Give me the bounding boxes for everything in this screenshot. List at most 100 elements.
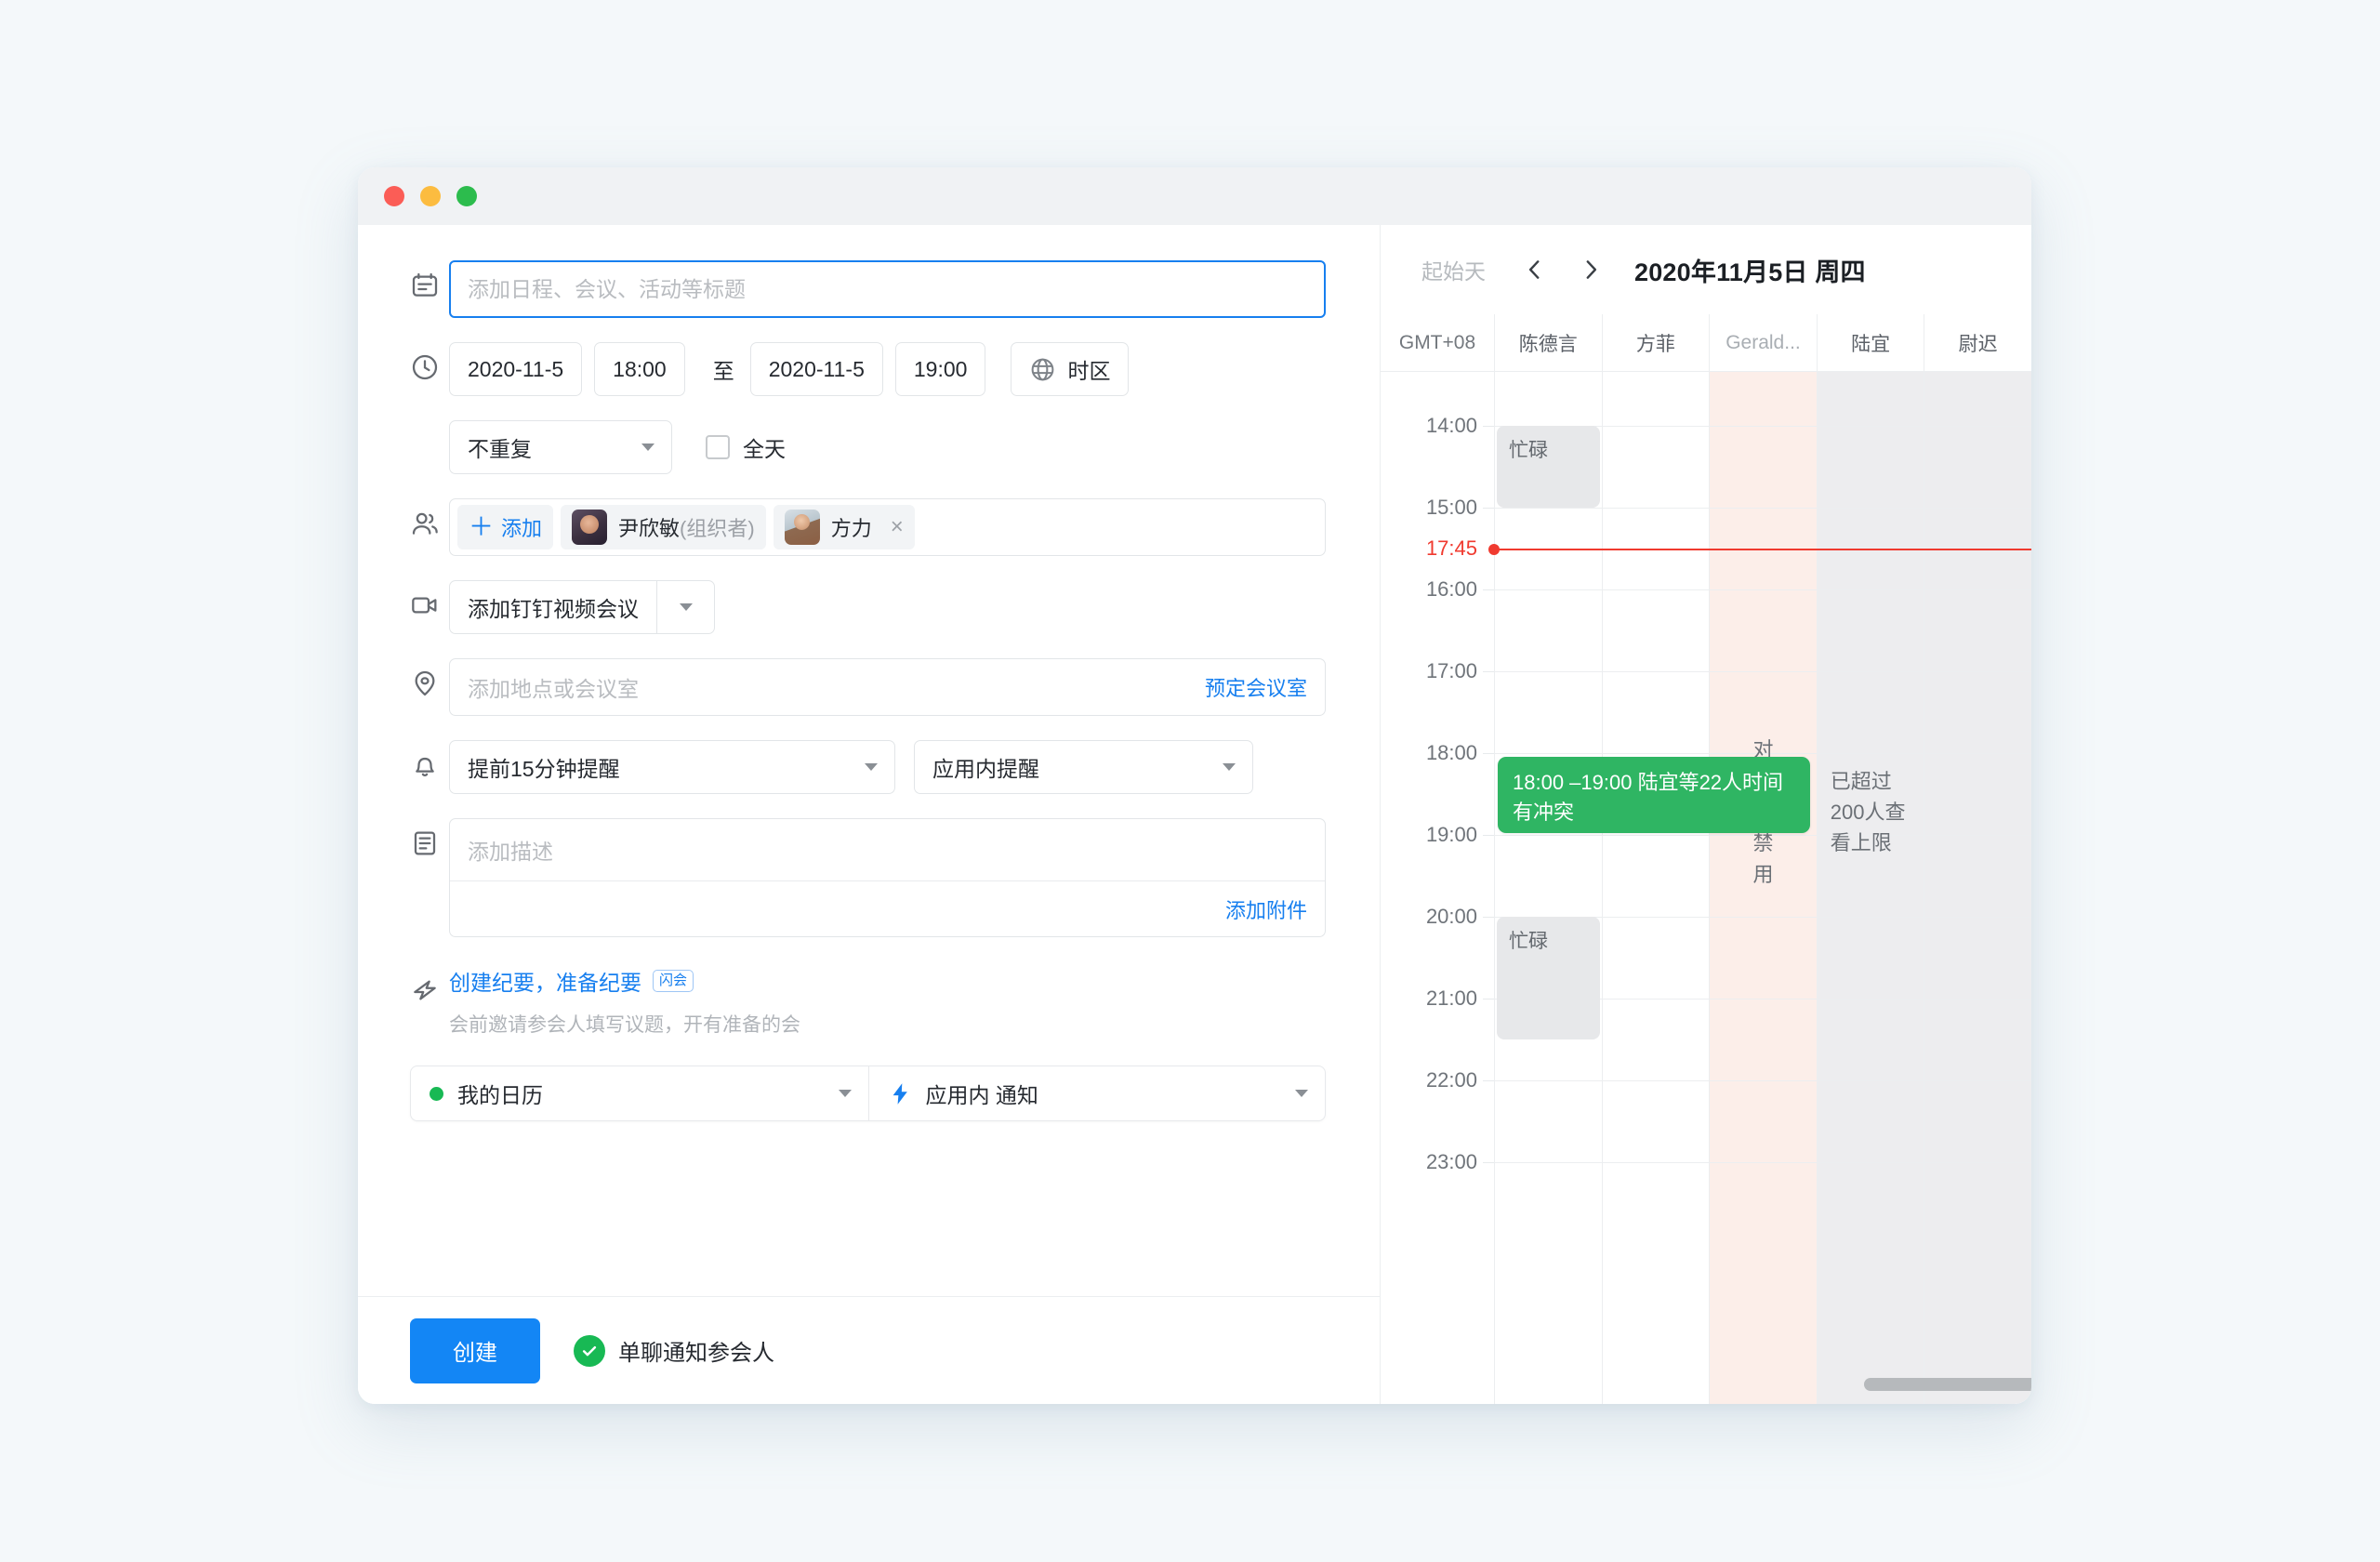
video-meeting-select[interactable]: 添加钉钉视频会议 [449, 580, 715, 634]
description-row: 添加描述 添加附件 [358, 818, 1380, 937]
time-label: 23:00 [1425, 1150, 1477, 1173]
create-minutes-link[interactable]: 创建纪要，准备纪要 [449, 965, 641, 997]
remove-attendee-icon[interactable]: × [891, 516, 904, 538]
chevron-down-icon [838, 1090, 852, 1097]
video-meeting-value[interactable]: 添加钉钉视频会议 [450, 581, 656, 633]
start-day-label[interactable]: 起始天 [1421, 254, 1486, 285]
calendar-day-column[interactable]: 忙碌 忙碌 [1494, 372, 1602, 1404]
attendee-role: (组织者) [680, 517, 755, 540]
flash-badge: 闪会 [653, 969, 694, 993]
calendar-column-header[interactable]: 尉迟 [1924, 314, 2031, 371]
attendee-name: 尹欣敏 [618, 517, 681, 540]
calendar-column-header[interactable]: 方菲 [1601, 314, 1710, 371]
chevron-down-icon [1223, 763, 1236, 771]
calendar-day-column[interactable]: 对方已禁用 [1709, 372, 1817, 1404]
all-day-checkbox[interactable] [706, 435, 730, 459]
calendar-day-column[interactable] [1601, 372, 1710, 1404]
repeat-value: 不重复 [468, 437, 532, 461]
timezone-label: GMT+08 [1398, 331, 1476, 353]
conflict-event[interactable]: 18:00 –19:00 陆宜等22人时间有冲突 [1498, 757, 1810, 833]
video-row: 添加钉钉视频会议 [358, 580, 1380, 634]
app-window: 2020-11-5 18:00 至 2020-11-5 19:00 [358, 167, 2031, 1404]
timezone-button[interactable]: 时区 [1011, 342, 1130, 396]
calendar-column-headers: GMT+08 陈德言 方菲 Gerald... 陆宜 尉迟 [1381, 314, 2031, 372]
time-label: 14:00 [1425, 414, 1477, 437]
location-pin-icon [410, 658, 449, 698]
calendar-color-dot [430, 1086, 443, 1101]
end-date-field[interactable]: 2020-11-5 [749, 342, 883, 396]
calendar-grid[interactable]: 14:00 15:00 16:00 17:00 18:00 19:00 20:0… [1381, 372, 2031, 1404]
notify-attendees-toggle[interactable]: 单聊通知参会人 [574, 1334, 774, 1367]
calendar-column-header[interactable]: Gerald... [1709, 314, 1817, 371]
notify-channel-value: 应用内 通知 [925, 1083, 1038, 1107]
attendee-chip[interactable]: 方力 × [773, 505, 915, 549]
description-toolbar: 添加附件 [450, 880, 1325, 936]
check-circle-icon [574, 1334, 605, 1367]
time-label: 19:00 [1425, 823, 1477, 846]
add-attendee-label: 添加 [501, 517, 543, 540]
attendees-field[interactable]: ＋ 添加 尹欣敏 (组织者) 方力 × [449, 498, 1326, 556]
chevron-down-icon [865, 763, 878, 771]
add-attendee-button[interactable]: ＋ 添加 [457, 505, 554, 549]
time-label: 18:00 [1425, 741, 1477, 764]
add-attachment-link[interactable]: 添加附件 [1225, 894, 1307, 924]
time-gutter: 14:00 15:00 16:00 17:00 18:00 19:00 20:0… [1381, 372, 1494, 1404]
prev-day-button[interactable] [1515, 250, 1554, 289]
notify-attendees-label: 单聊通知参会人 [618, 1341, 774, 1366]
event-form-scroll: 2020-11-5 18:00 至 2020-11-5 19:00 [358, 225, 1380, 1296]
repeat-select[interactable]: 不重复 [449, 420, 672, 474]
datetime-separator: 至 [712, 359, 734, 383]
calendar-day-column[interactable]: 已超过200人查看上限 [1816, 372, 1924, 1404]
current-time-label: 17:45 [1425, 536, 1477, 561]
horizontal-scrollbar[interactable] [1864, 1378, 2031, 1391]
next-day-button[interactable] [1571, 250, 1610, 289]
close-icon[interactable] [384, 186, 404, 206]
attendee-chip[interactable]: 尹欣敏 (组织者) [561, 505, 766, 549]
create-button[interactable]: 创建 [410, 1317, 540, 1383]
busy-block[interactable]: 忙碌 [1497, 426, 1600, 508]
time-label: 21:00 [1425, 986, 1477, 1010]
chevron-down-icon [641, 443, 654, 451]
globe-icon [1029, 356, 1056, 383]
reminder-time-select[interactable]: 提前15分钟提醒 [449, 740, 895, 794]
window-titlebar [358, 167, 2031, 225]
start-date-field[interactable]: 2020-11-5 [449, 342, 583, 396]
all-day-toggle[interactable]: 全天 [706, 431, 786, 463]
description-placeholder[interactable]: 添加描述 [450, 819, 1325, 880]
book-room-link[interactable]: 预定会议室 [1205, 672, 1307, 702]
video-meeting-dropdown[interactable] [656, 581, 714, 633]
flash-meeting-row: 创建纪要，准备纪要 闪会 会前邀请参会人填写议题，开有准备的会 [358, 961, 1380, 1038]
location-field[interactable]: 添加地点或会议室 预定会议室 [449, 658, 1326, 716]
calendar-select[interactable]: 我的日历 [411, 1066, 868, 1120]
datetime-row: 2020-11-5 18:00 至 2020-11-5 19:00 时区 [358, 342, 1380, 396]
calendar-column-header[interactable]: 陆宜 [1816, 314, 1924, 371]
avatar [572, 510, 608, 545]
notify-channel-select[interactable]: 应用内 通知 [867, 1066, 1326, 1120]
repeat-row: 不重复 全天 [358, 420, 1380, 474]
calendar-icon [410, 260, 449, 300]
calendar-value: 我的日历 [457, 1083, 543, 1107]
location-row: 添加地点或会议室 预定会议室 [358, 658, 1380, 716]
calendar-select-row: 我的日历 应用内 通知 [358, 1066, 1380, 1121]
event-title-input[interactable] [449, 260, 1326, 318]
reminder-row: 提前15分钟提醒 应用内提醒 [358, 740, 1380, 794]
title-row [358, 260, 1380, 318]
description-icon [410, 818, 449, 858]
start-time-field[interactable]: 18:00 [594, 342, 685, 396]
description-field[interactable]: 添加描述 添加附件 [449, 818, 1326, 937]
reminder-channel-select[interactable]: 应用内提醒 [914, 740, 1253, 794]
maximize-icon[interactable] [456, 186, 477, 206]
busy-block[interactable]: 忙碌 [1497, 917, 1600, 1039]
minimize-icon[interactable] [420, 186, 441, 206]
calendar-header: 起始天 2020年11月5日 周四 [1381, 225, 2031, 314]
chevron-down-icon [1295, 1090, 1308, 1097]
calendar-day-column[interactable] [1924, 372, 2031, 1404]
current-time-line [1488, 544, 2031, 555]
repeat-spacer [410, 420, 449, 430]
timezone-label: 时区 [1067, 359, 1111, 383]
end-time-field[interactable]: 19:00 [894, 342, 986, 396]
calendar-column-header[interactable]: 陈德言 [1494, 314, 1602, 371]
reminder-time-value: 提前15分钟提醒 [468, 757, 620, 781]
video-camera-icon [410, 580, 449, 620]
bell-icon [410, 740, 449, 780]
